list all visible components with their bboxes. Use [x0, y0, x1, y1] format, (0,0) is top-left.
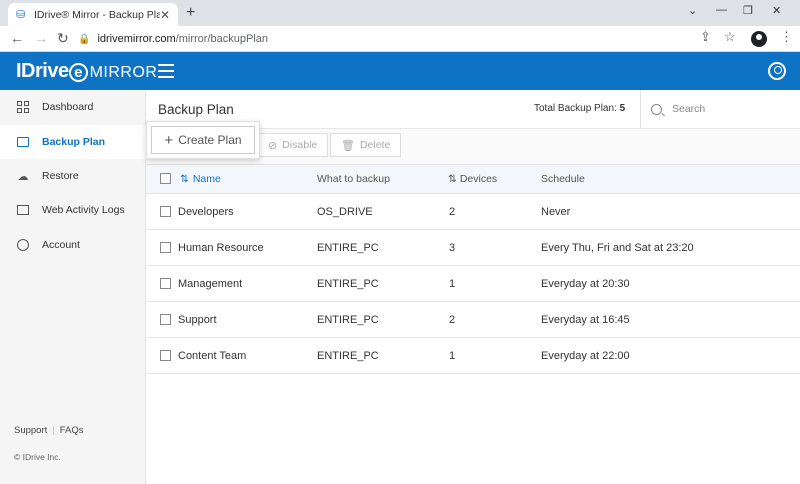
column-header-what-to-backup: What to backup — [317, 173, 390, 185]
table-body: Developers OS_DRIVE 2 Never Human Resour… — [146, 194, 800, 374]
row-devices: 1 — [449, 349, 456, 362]
column-header-name[interactable]: ⇅ Name — [180, 165, 221, 193]
new-tab-icon[interactable]: + — [186, 4, 195, 22]
idrive-favicon-icon: ⛁ — [16, 8, 26, 21]
monitor-icon — [16, 135, 30, 149]
row-name[interactable]: Support — [178, 302, 217, 337]
support-link[interactable]: Support — [14, 425, 47, 436]
sidebar-item-label: Backup Plan — [42, 136, 106, 148]
faqs-link[interactable]: FAQs — [60, 425, 84, 436]
url-path: /mirror/backupPlan — [175, 33, 269, 45]
row-schedule: Everyday at 20:30 — [541, 277, 630, 290]
sort-icon: ⇅ — [448, 173, 457, 185]
sidebar-item-account[interactable]: Account — [0, 228, 146, 262]
row-what-to-backup: ENTIRE_PC — [317, 313, 379, 326]
browser-menu-icon[interactable]: ⋮ — [780, 29, 793, 45]
search-box[interactable]: Search — [640, 90, 800, 128]
app-header: IDrive e MIRROR — [0, 52, 800, 90]
close-tab-icon[interactable]: ✕ — [160, 8, 170, 22]
row-devices: 3 — [449, 241, 456, 254]
row-name[interactable]: Developers — [178, 194, 234, 229]
forward-icon[interactable]: → — [34, 30, 48, 46]
search-icon — [651, 103, 662, 115]
row-checkbox[interactable] — [160, 349, 171, 361]
total-count: 5 — [619, 103, 626, 114]
copyright-text: © IDrive Inc. — [14, 452, 61, 462]
create-plan-button[interactable]: + Create Plan — [146, 121, 260, 159]
minimize-icon[interactable]: — — [716, 4, 727, 16]
sidebar-item-label: Web Activity Logs — [42, 204, 125, 216]
sidebar-item-label: Dashboard — [42, 101, 94, 113]
profile-avatar-icon[interactable] — [751, 31, 767, 47]
table-row[interactable]: Management ENTIRE_PC 1 Everyday at 20:30 — [146, 266, 800, 302]
restore-window-icon[interactable]: ❐ — [743, 4, 753, 17]
column-header-devices[interactable]: ⇅ Devices — [448, 165, 497, 193]
delete-button[interactable]: 🗑 Delete — [330, 133, 402, 157]
bookmark-star-icon[interactable]: ☆ — [724, 29, 736, 45]
row-devices: 1 — [449, 277, 456, 290]
disable-button[interactable]: ⊘ Disable — [258, 133, 329, 157]
hamburger-menu-icon[interactable] — [158, 64, 174, 78]
search-input[interactable]: Search — [672, 103, 705, 115]
page-title: Backup Plan — [158, 102, 234, 117]
sidebar-item-label: Account — [42, 239, 80, 251]
table-row[interactable]: Content Team ENTIRE_PC 1 Everyday at 22:… — [146, 338, 800, 374]
lock-icon: 🔒 — [78, 33, 91, 45]
disable-icon: ⊘ — [268, 139, 278, 152]
logs-icon — [16, 203, 30, 217]
create-plan-button-inner[interactable]: + Create Plan — [151, 126, 255, 154]
table-row[interactable]: Human Resource ENTIRE_PC 3 Every Thu, Fr… — [146, 230, 800, 266]
account-icon — [16, 238, 30, 252]
table-row[interactable]: Support ENTIRE_PC 2 Everyday at 16:45 — [146, 302, 800, 338]
row-checkbox[interactable] — [160, 241, 171, 253]
tab-title: IDrive® Mirror - Backup Plan — [34, 8, 160, 21]
browser-tab[interactable]: ⛁ IDrive® Mirror - Backup Plan ✕ — [8, 3, 178, 26]
close-window-icon[interactable]: ✕ — [772, 4, 781, 17]
trash-icon: 🗑 — [341, 139, 355, 152]
sidebar-item-restore[interactable]: ☁ Restore — [0, 159, 146, 193]
row-schedule: Everyday at 22:00 — [541, 349, 630, 362]
table-header: ⇅ Name What to backup ⇅ Devices Schedule — [146, 164, 800, 194]
main-content: Backup Plan Total Backup Plan: 5 Search … — [146, 90, 800, 484]
reload-icon[interactable]: ↻ — [57, 30, 69, 46]
sidebar-item-dashboard[interactable]: Dashboard — [0, 90, 146, 124]
row-devices: 2 — [449, 205, 456, 218]
sidebar-item-web-activity-logs[interactable]: Web Activity Logs — [0, 193, 146, 227]
sidebar-item-backup-plan[interactable]: Backup Plan — [0, 125, 146, 159]
row-schedule: Everyday at 16:45 — [541, 313, 630, 326]
dashboard-icon — [16, 100, 30, 114]
row-name[interactable]: Human Resource — [178, 230, 264, 265]
url-field[interactable]: 🔒 idrivemirror.com /mirror/backupPlan — [78, 30, 268, 48]
row-name[interactable]: Content Team — [178, 338, 246, 373]
address-bar-row: ← → ↻ 🔒 idrivemirror.com /mirror/backupP… — [0, 26, 800, 52]
row-what-to-backup: ENTIRE_PC — [317, 241, 379, 254]
row-schedule: Never — [541, 205, 571, 218]
browser-tabstrip: ⛁ IDrive® Mirror - Backup Plan ✕ + ⌄ — ❐… — [0, 0, 800, 26]
idrive-mirror-logo: IDrive e MIRROR — [16, 60, 158, 82]
back-icon[interactable]: ← — [10, 30, 24, 46]
chevron-down-icon[interactable]: ⌄ — [688, 4, 697, 17]
row-what-to-backup: OS_DRIVE — [317, 205, 373, 218]
url-host: idrivemirror.com — [97, 33, 176, 45]
sort-icon: ⇅ — [180, 173, 189, 185]
create-plan-label: Create Plan — [178, 133, 242, 147]
share-icon[interactable]: ⇪ — [700, 29, 711, 45]
total-backup-plan: Total Backup Plan: 5 — [534, 103, 626, 114]
table-row[interactable]: Developers OS_DRIVE 2 Never — [146, 194, 800, 230]
row-what-to-backup: ENTIRE_PC — [317, 277, 379, 290]
plus-icon: + — [164, 131, 174, 149]
row-what-to-backup: ENTIRE_PC — [317, 349, 379, 362]
row-checkbox[interactable] — [160, 277, 171, 289]
row-name[interactable]: Management — [178, 266, 242, 301]
row-checkbox[interactable] — [160, 313, 171, 325]
sidebar-footer: Support | FAQs — [14, 425, 84, 436]
user-account-icon[interactable] — [768, 62, 786, 80]
select-all-checkbox[interactable] — [160, 173, 171, 184]
sidebar-item-label: Restore — [42, 170, 79, 182]
row-schedule: Every Thu, Fri and Sat at 23:20 — [541, 241, 694, 254]
column-header-schedule: Schedule — [541, 173, 585, 185]
row-checkbox[interactable] — [160, 205, 171, 217]
cloud-restore-icon: ☁ — [17, 170, 29, 183]
row-devices: 2 — [449, 313, 456, 326]
